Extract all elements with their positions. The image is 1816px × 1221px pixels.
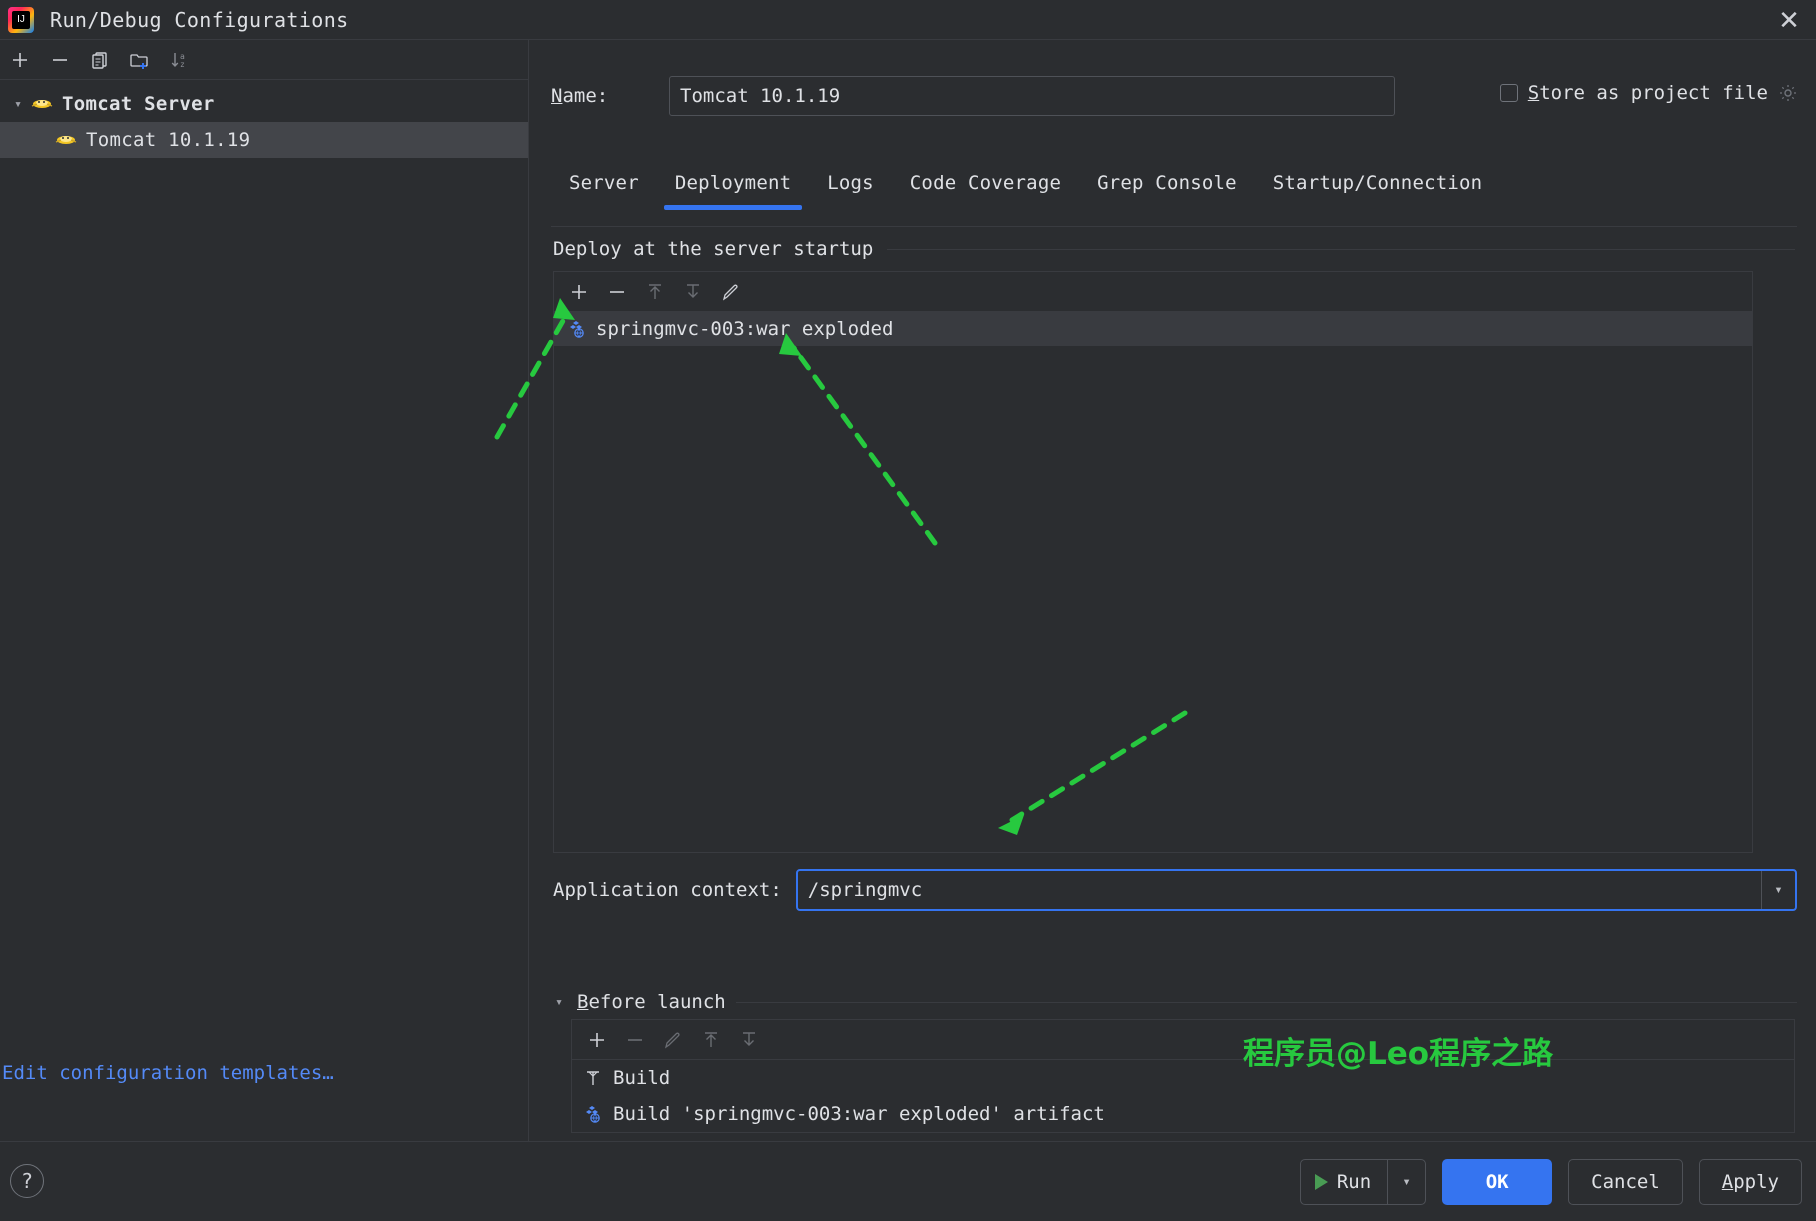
store-label-mnemonic: S: [1527, 82, 1540, 104]
before-launch-header[interactable]: ▾ Before launch: [551, 985, 1797, 1019]
question-mark-icon[interactable]: ?: [10, 1164, 44, 1198]
application-context-combobox[interactable]: /springmvc ▾: [795, 869, 1797, 911]
application-context-label: Application context:: [553, 879, 782, 901]
run-button-main[interactable]: Run: [1301, 1160, 1387, 1204]
add-configuration-button[interactable]: [0, 40, 40, 80]
name-label: Name:: [551, 85, 669, 107]
move-artifact-down-button[interactable]: [674, 273, 712, 311]
apply-mnemonic: A: [1721, 1171, 1734, 1193]
dialog-buttons: Run ▾ OK Cancel Apply: [1299, 1159, 1802, 1205]
tab-startup-connection[interactable]: Startup/Connection: [1255, 168, 1501, 210]
tomcat-icon: [30, 95, 54, 113]
cancel-button[interactable]: Cancel: [1568, 1159, 1683, 1205]
before-launch-box: Build Build 'springmvc-003:war exploded'…: [571, 1019, 1795, 1133]
window-titlebar: Run/Debug Configurations ✕: [0, 0, 1816, 40]
deploy-at-startup-header: Deploy at the server startup: [551, 227, 1797, 271]
run-button[interactable]: Run ▾: [1299, 1159, 1427, 1205]
close-icon[interactable]: ✕: [1762, 0, 1816, 40]
remove-configuration-button[interactable]: [40, 40, 80, 80]
name-label-mnemonic: N: [551, 85, 563, 107]
tab-code-coverage[interactable]: Code Coverage: [892, 168, 1079, 210]
edit-artifact-button[interactable]: [712, 273, 750, 311]
configurations-tree: ▾ Tomcat Server Tomcat 10.1.19: [0, 80, 528, 158]
before-launch-toolbar: [572, 1020, 1794, 1060]
deployment-artifacts-list[interactable]: springmvc-003:war exploded: [554, 312, 1752, 852]
list-item[interactable]: Build 'springmvc-003:war exploded' artif…: [572, 1096, 1794, 1132]
add-artifact-button[interactable]: [560, 273, 598, 311]
window-title: Run/Debug Configurations: [50, 7, 349, 32]
dialog-bottom-bar: ? Run ▾ OK Cancel Apply: [0, 1141, 1816, 1221]
deployment-toolbar: [554, 272, 1752, 312]
before-launch-title-rest: efore launch: [588, 991, 726, 1013]
chevron-down-icon[interactable]: ▾: [6, 97, 30, 112]
tab-grep-console[interactable]: Grep Console: [1079, 168, 1255, 210]
watermark-text: 程序员@Leo程序之路: [1243, 1036, 1554, 1072]
before-launch-title: Before launch: [577, 991, 726, 1013]
chevron-down-icon[interactable]: ▾: [1387, 1160, 1425, 1204]
remove-artifact-button[interactable]: [598, 273, 636, 311]
list-item[interactable]: springmvc-003:war exploded: [554, 312, 1752, 346]
edit-configuration-templates-link[interactable]: Edit configuration templates…: [0, 1055, 334, 1091]
list-item-label: Build 'springmvc-003:war exploded' artif…: [613, 1103, 1105, 1125]
remove-task-button[interactable]: [616, 1021, 654, 1059]
sort-alphabetically-icon[interactable]: a z: [160, 40, 200, 80]
intellij-idea-logo-icon: [8, 6, 34, 33]
configurations-sidebar: a z ▾ Tomcat Server Tomcat 10.1.19 Edit …: [0, 40, 529, 1141]
deploy-at-startup-title: Deploy at the server startup: [553, 238, 874, 260]
chevron-down-icon[interactable]: ▾: [1761, 871, 1795, 909]
sidebar-toolbar: a z: [0, 40, 528, 80]
move-task-down-button[interactable]: [730, 1021, 768, 1059]
list-item-label: springmvc-003:war exploded: [596, 318, 894, 340]
copy-configuration-button[interactable]: [80, 40, 120, 80]
play-triangle-icon: [1314, 1174, 1328, 1190]
before-launch-mnemonic: B: [577, 991, 589, 1013]
tab-logs[interactable]: Logs: [809, 168, 892, 210]
gear-icon[interactable]: [1778, 83, 1798, 103]
add-task-button[interactable]: [578, 1021, 616, 1059]
store-as-project-file-checkbox[interactable]: [1499, 84, 1518, 102]
configuration-name-input[interactable]: [669, 76, 1395, 116]
tomcat-icon: [54, 131, 78, 149]
list-item-label: Build: [613, 1067, 671, 1089]
deployment-artifacts-box: springmvc-003:war exploded: [553, 271, 1753, 853]
artifact-icon: [582, 1103, 604, 1125]
tree-group-label: Tomcat Server: [62, 93, 215, 115]
move-task-up-button[interactable]: [692, 1021, 730, 1059]
run-button-label: Run: [1336, 1171, 1372, 1193]
build-hammer-icon: [582, 1067, 604, 1089]
tab-server[interactable]: Server: [551, 168, 657, 210]
svg-text:z: z: [180, 60, 185, 69]
section-divider: [735, 1001, 1797, 1003]
edit-task-button[interactable]: [654, 1021, 692, 1059]
tree-item-label: Tomcat 10.1.19: [86, 129, 251, 151]
name-label-rest: ame:: [562, 85, 609, 107]
new-folder-button[interactable]: [120, 40, 160, 80]
section-divider: [887, 248, 1795, 250]
tab-deployment[interactable]: Deployment: [657, 168, 809, 210]
configuration-tabs: Server Deployment Logs Code Coverage Gre…: [551, 168, 1500, 214]
application-context-row: Application context: /springmvc ▾: [553, 869, 1797, 911]
apply-label-rest: pply: [1733, 1171, 1779, 1193]
move-artifact-up-button[interactable]: [636, 273, 674, 311]
apply-button[interactable]: Apply: [1698, 1159, 1802, 1205]
configuration-editor-panel: Name: Store as project file Server Deplo…: [530, 40, 1816, 1141]
before-launch-section: ▾ Before launch Build Build 'springmvc-0…: [551, 985, 1797, 1133]
store-as-project-file-row[interactable]: Store as project file: [1499, 82, 1798, 104]
tree-group-tomcat-server[interactable]: ▾ Tomcat Server: [0, 86, 528, 122]
list-item[interactable]: Build: [572, 1060, 1794, 1096]
chevron-down-icon[interactable]: ▾: [551, 995, 567, 1010]
artifact-icon: [566, 318, 588, 340]
application-context-value: /springmvc: [807, 879, 923, 901]
tree-item-tomcat-10-1-19[interactable]: Tomcat 10.1.19: [0, 122, 528, 158]
ok-button[interactable]: OK: [1442, 1159, 1553, 1205]
store-label-rest: tore as project file: [1539, 82, 1768, 104]
store-as-project-file-label: Store as project file: [1528, 82, 1768, 104]
deployment-tab-content: Deploy at the server startup springmvc-0…: [551, 226, 1797, 936]
